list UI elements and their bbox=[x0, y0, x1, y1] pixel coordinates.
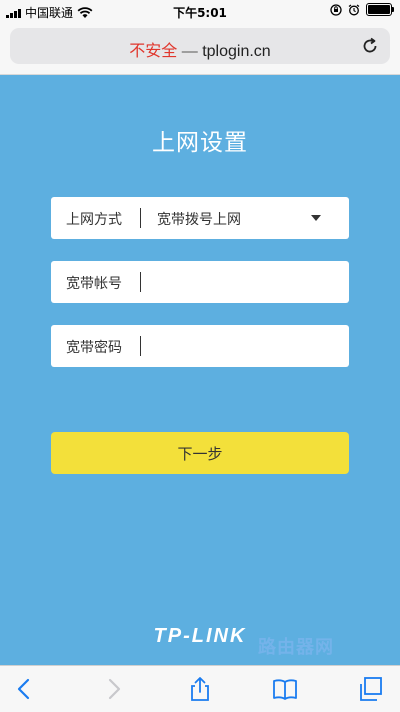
url-separator: — bbox=[181, 43, 198, 60]
broadband-account-field[interactable]: 宽带帐号 bbox=[51, 261, 349, 303]
forward-icon[interactable] bbox=[100, 676, 126, 702]
browser-toolbar bbox=[0, 665, 400, 712]
connection-type-value: 宽带拨号上网 bbox=[157, 212, 241, 228]
url-domain: tplogin.cn bbox=[202, 43, 271, 60]
broadband-password-input[interactable] bbox=[141, 331, 336, 361]
address-bar[interactable]: 不安全 — tplogin.cn bbox=[10, 28, 390, 64]
status-bar: 中国联通 下午5:01 bbox=[0, 0, 400, 22]
back-icon[interactable] bbox=[12, 676, 38, 702]
watermark: 路由器网 bbox=[258, 637, 334, 658]
tp-link-logo: TP-LINK bbox=[153, 625, 247, 647]
page-content: 上网设置 上网方式 宽带拨号上网 宽带帐号 宽带密码 下一步 TP-LINK 路… bbox=[0, 75, 400, 665]
battery-icon bbox=[366, 3, 394, 16]
share-icon[interactable] bbox=[187, 676, 213, 702]
chevron-down-icon[interactable] bbox=[311, 215, 321, 221]
status-bar-right bbox=[330, 3, 394, 16]
tabs-icon[interactable] bbox=[357, 676, 383, 702]
browser-address-area: 不安全 — tplogin.cn bbox=[0, 22, 400, 75]
url-display[interactable]: 不安全 — tplogin.cn bbox=[10, 37, 390, 61]
broadband-password-field[interactable]: 宽带密码 bbox=[51, 325, 349, 367]
page-title: 上网设置 bbox=[152, 130, 248, 156]
next-button[interactable]: 下一步 bbox=[51, 432, 349, 474]
connection-type-label: 上网方式 bbox=[66, 212, 122, 228]
field-divider bbox=[140, 208, 141, 228]
connection-type-select[interactable]: 上网方式 宽带拨号上网 bbox=[51, 197, 349, 239]
alarm-icon bbox=[348, 4, 360, 15]
orientation-lock-icon bbox=[330, 3, 342, 16]
broadband-account-input[interactable] bbox=[141, 267, 336, 297]
broadband-password-label: 宽带密码 bbox=[66, 340, 122, 356]
broadband-account-label: 宽带帐号 bbox=[66, 276, 122, 292]
insecure-label: 不安全 bbox=[129, 43, 178, 60]
bookmarks-icon[interactable] bbox=[272, 676, 298, 702]
reload-icon[interactable] bbox=[360, 36, 380, 56]
